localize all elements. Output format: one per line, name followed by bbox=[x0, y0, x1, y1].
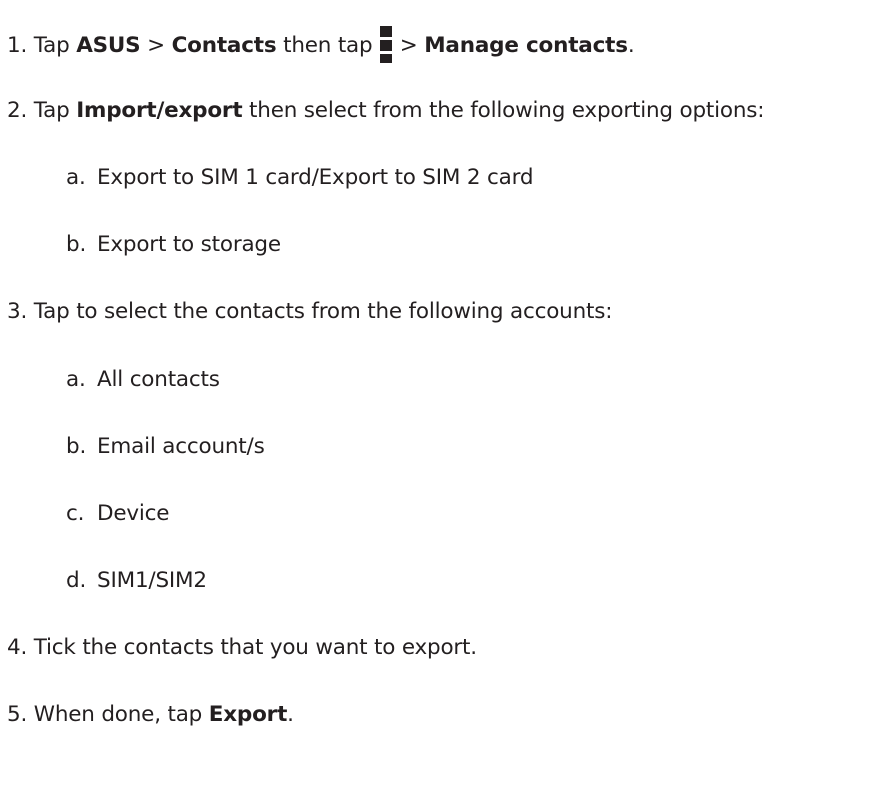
option-text: All contacts bbox=[97, 367, 220, 392]
step-number: 2. bbox=[7, 98, 28, 123]
option-text: Export to SIM 1 card/Export to SIM 2 car… bbox=[97, 165, 534, 190]
step-number: 4. bbox=[7, 635, 28, 660]
manage-contacts-label: Manage contacts bbox=[424, 33, 628, 58]
option-text: Export to storage bbox=[97, 232, 281, 257]
option-text: SIM1/SIM2 bbox=[97, 568, 207, 593]
option-letter: b. bbox=[66, 232, 87, 257]
option-item: a. Export to SIM 1 card/Export to SIM 2 c… bbox=[66, 164, 533, 192]
export-label: Export bbox=[208, 702, 288, 727]
option-letter: a. bbox=[66, 165, 86, 190]
step-text: Tick the contacts that you want to expor… bbox=[33, 635, 477, 660]
option-item: b. Email account/s bbox=[66, 433, 265, 461]
option-item: a. All contacts bbox=[66, 366, 220, 394]
step-3: 3. Tap to select the contacts from the f… bbox=[7, 298, 613, 326]
step-1: 1. Tap ASUS > Contacts then tap > Manage… bbox=[7, 26, 635, 64]
step-text: . bbox=[287, 702, 294, 727]
option-text: Device bbox=[97, 501, 170, 526]
option-item: b. Export to storage bbox=[66, 231, 281, 259]
option-item: c. Device bbox=[66, 500, 170, 528]
step-4: 4. Tick the contacts that you want to ex… bbox=[7, 634, 477, 662]
step-text: Tap bbox=[33, 98, 77, 123]
step-text: then select from the following exporting… bbox=[242, 98, 765, 123]
step-number: 5. bbox=[7, 702, 28, 727]
step-number: 3. bbox=[7, 299, 28, 324]
import-export-label: Import/export bbox=[76, 98, 243, 123]
separator: > bbox=[393, 33, 425, 58]
option-letter: d. bbox=[66, 568, 87, 593]
app-folder-label: ASUS bbox=[76, 33, 141, 58]
option-item: d. SIM1/SIM2 bbox=[66, 567, 207, 595]
step-number: 1. bbox=[7, 33, 28, 58]
step-text: . bbox=[627, 33, 635, 58]
option-text: Email account/s bbox=[97, 434, 265, 459]
option-letter: b. bbox=[66, 434, 87, 459]
contacts-app-label: Contacts bbox=[171, 33, 277, 58]
separator: > bbox=[140, 33, 172, 58]
step-5: 5. When done, tap Export. bbox=[7, 701, 294, 729]
option-letter: c. bbox=[66, 501, 85, 526]
option-letter: a. bbox=[66, 367, 86, 392]
step-text: Tap bbox=[33, 33, 77, 58]
menu-icon bbox=[380, 26, 393, 64]
step-2: 2. Tap Import/export then select from th… bbox=[7, 97, 765, 125]
step-text: When done, tap bbox=[33, 702, 209, 727]
step-text: Tap to select the contacts from the foll… bbox=[33, 299, 613, 324]
step-text: then tap bbox=[276, 33, 380, 58]
instructions-page: 1. Tap ASUS > Contacts then tap > Manage… bbox=[0, 0, 890, 787]
